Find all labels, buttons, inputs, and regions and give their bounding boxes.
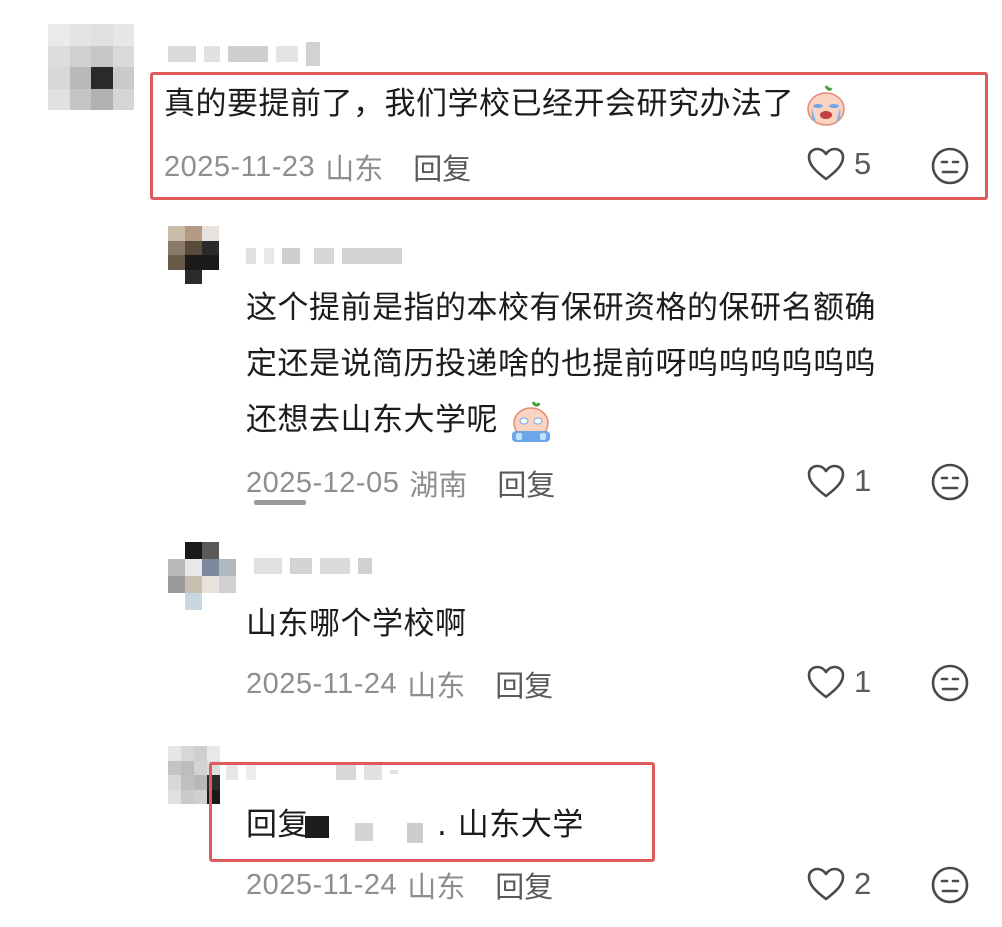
comment-text-line-3: 还想去山东大学呢 — [246, 394, 554, 446]
username[interactable] — [168, 42, 328, 66]
reply-button[interactable]: 回复 — [495, 864, 553, 906]
like-count: 1 — [854, 463, 872, 498]
comment-meta: 2025-11-24 山东 回复 — [246, 864, 553, 906]
like-count: 1 — [854, 664, 872, 699]
heart-outline-icon — [807, 867, 845, 901]
like-button[interactable]: 1 — [806, 463, 871, 499]
avatar[interactable] — [168, 542, 236, 610]
neutral-face-icon — [931, 463, 969, 501]
comment-text: 山东哪个学校啊 — [246, 606, 467, 642]
neutral-face-icon — [931, 866, 969, 904]
comment-location: 山东 — [407, 669, 466, 703]
comment-text-line-2: 定还是说简历投递啥的也提前呀呜呜呜呜呜呜 — [246, 346, 876, 382]
like-count: 2 — [854, 866, 872, 901]
dislike-button[interactable] — [930, 663, 970, 707]
reply-button[interactable]: 回复 — [495, 663, 553, 705]
comment-date: 2025-11-24 — [246, 868, 398, 901]
heart-outline-icon — [807, 665, 845, 699]
comment-location: 山东 — [325, 152, 384, 186]
neutral-face-icon — [931, 147, 969, 185]
neutral-face-icon — [931, 664, 969, 702]
avatar[interactable] — [168, 226, 236, 284]
comment-date: 2025-11-24 — [246, 667, 398, 700]
comment-text: 真的要提前了，我们学校已经开会研究办法了 — [164, 78, 848, 130]
crying-emoji-icon — [807, 84, 846, 126]
comment-meta: 2025-11-24 山东 回复 — [246, 663, 553, 705]
comment-text: 回复. 山东大学 — [246, 807, 584, 843]
like-button[interactable]: 5 — [806, 146, 871, 182]
dislike-button[interactable] — [930, 865, 970, 909]
redacted-username — [407, 823, 423, 843]
like-button[interactable]: 2 — [806, 866, 871, 902]
redacted-username — [305, 815, 329, 838]
username[interactable] — [246, 248, 410, 264]
scroll-indicator — [254, 500, 306, 505]
sobbing-emoji-icon — [512, 400, 551, 442]
heart-outline-icon — [807, 464, 845, 498]
username[interactable] — [254, 558, 380, 574]
comment-date: 2025-11-23 — [164, 150, 316, 183]
comment-text-line-1: 这个提前是指的本校有保研资格的保研名额确 — [246, 290, 876, 326]
heart-outline-icon — [807, 147, 845, 181]
comment-location: 湖南 — [409, 468, 468, 502]
reply-button[interactable]: 回复 — [413, 146, 471, 188]
avatar[interactable] — [48, 24, 134, 110]
comment-meta: 2025-12-05 湖南 回复 — [246, 462, 555, 504]
comment-meta: 2025-11-23 山东 回复 — [164, 146, 471, 188]
comment-date: 2025-12-05 — [246, 466, 400, 499]
like-count: 5 — [854, 146, 872, 181]
comment-location: 山东 — [407, 870, 466, 904]
reply-button[interactable]: 回复 — [497, 462, 555, 504]
dislike-button[interactable] — [930, 146, 970, 190]
like-button[interactable]: 1 — [806, 664, 871, 700]
redacted-username — [355, 823, 373, 841]
dislike-button[interactable] — [930, 462, 970, 506]
